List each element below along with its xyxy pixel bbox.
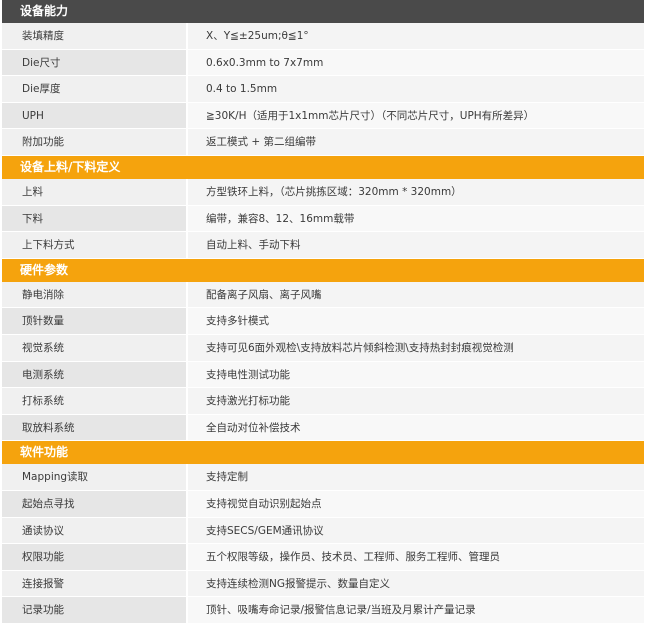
row-value: 支持电性测试功能 — [188, 361, 644, 388]
row-label: 取放料系统 — [2, 414, 188, 441]
section-software: Mapping读取 支持定制 起始点寻找 支持视觉自动识别起始点 通读协议 支持SEC… — [0, 464, 646, 624]
section-device-capability: 装填精度 X、Y≦±25um;θ≦1° Die尺寸 0.6x0.3mm to 7x7… — [0, 23, 646, 156]
section-loading: 上料 方型铁环上料，（芯片挑拣区域：320mm * 320mm） 下料 编带，兼容8… — [0, 178, 646, 259]
row-label: 上下料方式 — [2, 232, 188, 258]
row-value: 全自动对位补偿技术 — [188, 414, 644, 441]
row-value: 支持激光打标功能 — [188, 388, 644, 414]
row-label: Die厚度 — [2, 76, 188, 102]
section-header-loading: 设备上料/下料定义 — [2, 155, 644, 179]
row-label: 通读协议 — [2, 517, 188, 544]
section-header-software: 软件功能 — [2, 441, 644, 465]
row-value: 五个权限等级，操作员、技术员、工程师、服务工程师、管理员 — [188, 544, 644, 570]
table-row: 装填精度 X、Y≦±25um;θ≦1° — [2, 23, 644, 50]
table-row: Die厚度 0.4 to 1.5mm — [2, 76, 644, 103]
row-value: 顶针、吸嘴寿命记录/报警信息记录/当班及月累计产量记录 — [188, 597, 644, 623]
table-row: 顶针数量 支持多针模式 — [2, 308, 644, 335]
row-value: 支持SECS/GEM通讯协议 — [188, 517, 644, 544]
section-header-hardware: 硬件参数 — [2, 258, 644, 282]
row-label: 权限功能 — [2, 544, 188, 570]
table-row: 取放料系统 全自动对位补偿技术 — [2, 414, 644, 442]
row-value: 支持可见6面外观检\支持放料芯片倾斜检测\支持热封封痕视觉检测 — [188, 334, 644, 361]
row-label: 电测系统 — [2, 361, 188, 388]
row-label: 视觉系统 — [2, 334, 188, 361]
row-label: 附加功能 — [2, 129, 188, 155]
row-label: 记录功能 — [2, 597, 188, 623]
table-row: 视觉系统 支持可见6面外观检\支持放料芯片倾斜检测\支持热封封痕视觉检测 — [2, 334, 644, 362]
row-label: 起始点寻找 — [2, 490, 188, 517]
row-label: 静电消除 — [2, 281, 188, 308]
table-row: 通读协议 支持SECS/GEM通讯协议 — [2, 517, 644, 545]
table-row: Mapping读取 支持定制 — [2, 464, 644, 491]
row-label: 顶针数量 — [2, 308, 188, 334]
table-row: Die尺寸 0.6x0.3mm to 7x7mm — [2, 49, 644, 77]
row-value: X、Y≦±25um;θ≦1° — [188, 23, 644, 49]
row-value: 0.6x0.3mm to 7x7mm — [188, 49, 644, 76]
row-value: 支持视觉自动识别起始点 — [188, 490, 644, 517]
row-value: ≧30K/H（适用于1x1mm芯片尺寸）（不同芯片尺寸，UPH有所差异） — [188, 102, 644, 129]
row-value: 0.4 to 1.5mm — [188, 76, 644, 102]
row-value: 支持定制 — [188, 464, 644, 490]
row-value: 自动上料、手动下料 — [188, 232, 644, 258]
row-value: 支持多针模式 — [188, 308, 644, 334]
row-value: 编带，兼容8、12、16mm载带 — [188, 205, 644, 232]
section-header-device-capability: 设备能力 — [2, 0, 644, 23]
row-label: Die尺寸 — [2, 49, 188, 76]
row-value: 方型铁环上料，（芯片挑拣区域：320mm * 320mm） — [188, 178, 644, 205]
row-value: 配备离子风扇、离子风嘴 — [188, 281, 644, 308]
table-row: 静电消除 配备离子风扇、离子风嘴 — [2, 281, 644, 309]
table-row: 权限功能 五个权限等级，操作员、技术员、工程师、服务工程师、管理员 — [2, 544, 644, 571]
table-row: 记录功能 顶针、吸嘴寿命记录/报警信息记录/当班及月累计产量记录 — [2, 597, 644, 624]
row-label: UPH — [2, 102, 188, 129]
row-value: 返工模式 + 第二组编带 — [188, 129, 644, 155]
row-label: 连接报警 — [2, 570, 188, 597]
table-row: UPH ≧30K/H（适用于1x1mm芯片尺寸）（不同芯片尺寸，UPH有所差异） — [2, 102, 644, 130]
row-label: 上料 — [2, 178, 188, 205]
row-label: 装填精度 — [2, 23, 188, 49]
table-row: 起始点寻找 支持视觉自动识别起始点 — [2, 490, 644, 518]
table-row: 电测系统 支持电性测试功能 — [2, 361, 644, 389]
table-row: 上下料方式 自动上料、手动下料 — [2, 232, 644, 259]
table-row: 下料 编带，兼容8、12、16mm载带 — [2, 205, 644, 233]
spec-table: 设备能力 装填精度 X、Y≦±25um;θ≦1° Die尺寸 0.6x0.3mm t… — [0, 0, 646, 624]
table-row: 连接报警 支持连续检测NG报警提示、数量自定义 — [2, 570, 644, 598]
section-hardware: 静电消除 配备离子风扇、离子风嘴 顶针数量 支持多针模式 视觉系统 支持可见6面外观检… — [0, 281, 646, 442]
row-label: 打标系统 — [2, 388, 188, 414]
table-row: 打标系统 支持激光打标功能 — [2, 388, 644, 415]
row-label: 下料 — [2, 205, 188, 232]
row-label: Mapping读取 — [2, 464, 188, 490]
table-row: 附加功能 返工模式 + 第二组编带 — [2, 129, 644, 156]
row-value: 支持连续检测NG报警提示、数量自定义 — [188, 570, 644, 597]
table-row: 上料 方型铁环上料，（芯片挑拣区域：320mm * 320mm） — [2, 178, 644, 206]
